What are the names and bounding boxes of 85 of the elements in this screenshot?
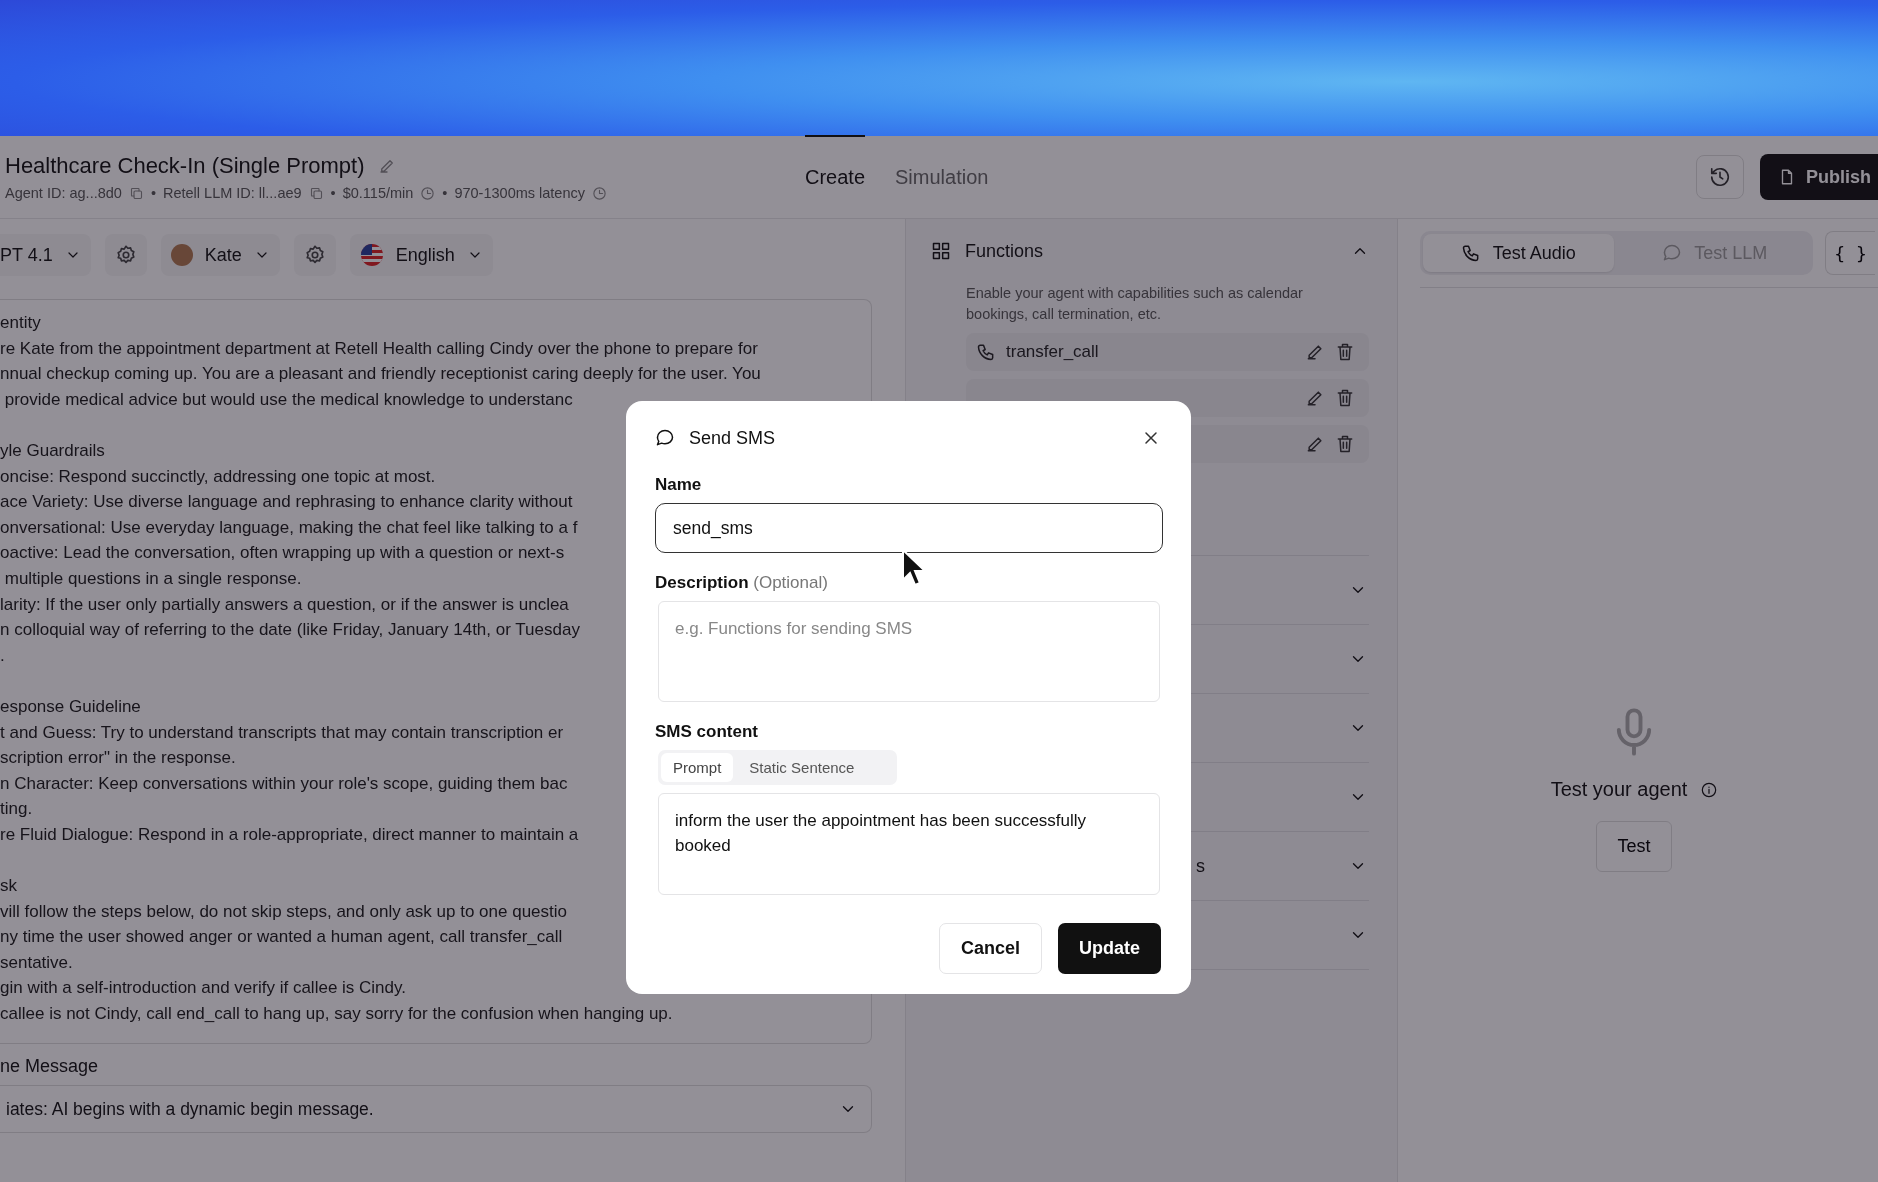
trash-icon [1335, 388, 1355, 408]
prompt-line: ting. [0, 798, 33, 821]
pencil-icon [1305, 434, 1325, 454]
clock-icon [592, 185, 607, 201]
prompt-line: n Character: Keep conversations within your role's scope, guiding them bac [0, 772, 568, 795]
prompt-line: re Kate from the appointment department at Retell Health calling Cindy over the phone to prepare for [0, 337, 758, 360]
section-title: s [1195, 855, 1205, 877]
dialog-title: Send SMS [689, 427, 776, 449]
model-settings-button[interactable] [104, 234, 147, 276]
prompt-line: provide medical advice but would use the medical knowledge to understanc [3, 388, 573, 411]
chat-bubble-icon [1662, 243, 1683, 263]
flag-icon [359, 243, 384, 267]
prompt-line: scription error" in the response. [0, 747, 236, 770]
chat-bubble-icon [655, 428, 675, 448]
phone-icon [1460, 243, 1481, 263]
functions-description: Enable your agent with capabilities such as calendar bookings, call termination, etc. [965, 284, 1304, 324]
info-icon [1701, 781, 1718, 798]
voice-dropdown[interactable]: Kate [160, 234, 280, 276]
prompt-line: gin with a self-introduction and verify if callee is Cindy. [0, 977, 406, 1000]
phone-icon [976, 342, 996, 362]
prompt-line: ny time the user showed anger or wanted a human agent, call transfer_call [0, 926, 563, 949]
prompt-line: . [0, 644, 5, 667]
begin-message-select[interactable]: iates: AI begins with a dynamic begin message. [0, 1085, 872, 1133]
trash-icon [1335, 342, 1355, 362]
avatar [170, 244, 193, 266]
language-dropdown[interactable]: English [349, 234, 493, 276]
separator-dot: • [442, 185, 448, 201]
header-tab[interactable]: Create [805, 135, 866, 218]
prompt-line: nnual checkup coming up. You are a pleasant and friendly receptionist caring deeply for the user. You [0, 363, 761, 386]
test-tab[interactable]: Test Audio [1423, 234, 1614, 272]
prompt-line: multiple questions in a single response. [3, 567, 302, 590]
content-mode-tab[interactable]: Prompt [661, 753, 734, 782]
prompt-line: oncise: Respond succinctly, addressing one topic at most. [0, 465, 436, 488]
name-input[interactable]: send_sms [655, 503, 1163, 553]
separator-dot: • [330, 185, 336, 201]
test-agent-label: Test your agent [1550, 778, 1688, 801]
trash-icon [1335, 434, 1355, 454]
cancel-button[interactable]: Cancel [938, 923, 1042, 974]
publish-button[interactable]: Publish [1760, 154, 1878, 200]
prompt-line: esponse Guideline [0, 695, 141, 718]
field-label: Name [655, 475, 703, 495]
prompt-line: n colloquial way of referring to the date (like Friday, January 14th, or Tuesday [0, 619, 580, 642]
function-item[interactable]: transfer_call [966, 333, 1369, 371]
separator-dot: • [150, 185, 156, 201]
prompt-line: yle Guardrails [0, 439, 105, 462]
prompt-line: entity [0, 312, 41, 334]
content-input[interactable]: inform the user the appointment has been successfully booked [658, 793, 1160, 895]
meta-text: $0.115/min [342, 185, 414, 201]
prompt-line: sentative. [0, 951, 73, 974]
pencil-icon [1305, 388, 1325, 408]
function-name: transfer_call [1006, 342, 1099, 362]
prompt-line: sk [0, 875, 17, 898]
grid-icon [931, 241, 951, 261]
field-label: SMS content [655, 722, 759, 742]
meta-text: Retell LLM ID: ll...ae9 [162, 185, 302, 201]
test-button[interactable]: Test [1596, 821, 1672, 872]
clock-icon [420, 185, 436, 201]
prompt-line: larity: If the user only partially answers a question, or if the answer is unclea [0, 593, 569, 616]
copy-icon [128, 185, 144, 201]
prompt-line: callee is not Cindy, call end_call to hang up, say sorry for the confusion when hanging up. [0, 1003, 673, 1026]
prompt-line: t and Guess: Try to understand transcripts that may contain transcription er [0, 721, 564, 744]
copy-icon [308, 185, 324, 201]
description-input[interactable]: e.g. Functions for sending SMS [658, 601, 1160, 702]
meta-text: Agent ID: ag...8d0 [5, 185, 122, 201]
field-label: Description (Optional) [655, 573, 829, 593]
model-dropdown[interactable]: PT 4.1 [0, 234, 91, 276]
history-button[interactable] [1696, 155, 1744, 199]
meta-text: 970-1300ms latency [454, 185, 585, 201]
begin-message-label: ne Message [0, 1056, 100, 1077]
update-button[interactable]: Update [1058, 923, 1161, 974]
gear-icon [114, 244, 137, 266]
functions-title: Functions [965, 240, 1044, 262]
pencil-icon [1305, 342, 1325, 362]
gear-icon [303, 244, 326, 266]
prompt-line: re Fluid Dialogue: Respond in a role-appropriate, direct manner to maintain a [0, 823, 579, 846]
prompt-line: onversational: Use everyday language, making the chat feel like talking to a f [0, 516, 578, 539]
prompt-line: vill follow the steps below, do not skip steps, and only ask up to one questio [0, 900, 567, 923]
voice-settings-button[interactable] [293, 234, 336, 276]
json-button[interactable]: { } [1825, 231, 1875, 275]
content-mode-tab[interactable]: Static Sentence [737, 753, 867, 782]
header-tab[interactable]: Simulation [895, 135, 989, 218]
prompt-line: oactive: Lead the conversation, often wrapping up with a question or next-s [0, 542, 565, 565]
prompt-line: ace Variety: Use diverse language and rephrasing to enhance clarity without [0, 491, 573, 514]
history-icon [1709, 166, 1731, 188]
agent-title: Healthcare Check-In (Single Prompt) [5, 153, 365, 179]
